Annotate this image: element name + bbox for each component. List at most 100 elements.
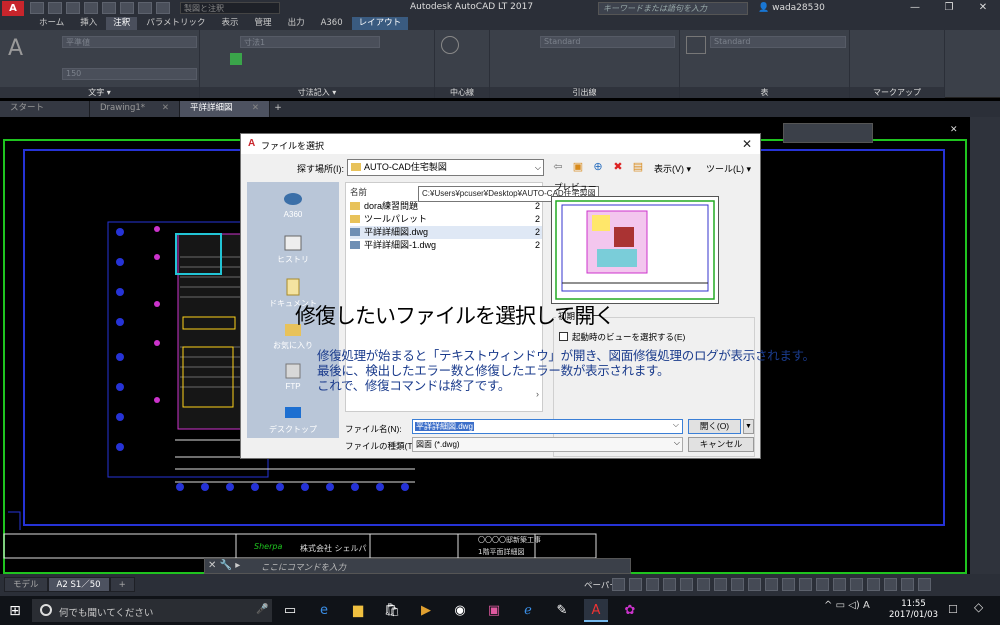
list-item[interactable]: 平詳詳細図-1.dwg 2 — [350, 239, 542, 252]
autocad-taskbar-icon[interactable]: A — [584, 599, 608, 622]
file-tab-floorplan[interactable]: 平詳詳細図 ✕ — [180, 101, 270, 117]
restore-button[interactable]: ❐ — [932, 0, 966, 17]
clock[interactable]: 11:55 2017/01/03 — [889, 599, 938, 621]
add-layout-button[interactable]: + — [109, 577, 135, 592]
minimize-button[interactable]: — — [898, 0, 932, 17]
place-history[interactable]: ヒストリ — [247, 234, 339, 265]
look-in-combo[interactable]: AUTO-CAD住宅製図 ⌵ — [347, 159, 544, 176]
otrack-icon[interactable] — [680, 578, 693, 591]
paint-icon[interactable]: ✎ — [550, 599, 574, 622]
table-icon[interactable] — [686, 36, 706, 54]
osnap-icon[interactable] — [663, 578, 676, 591]
action-center-icon[interactable]: ☐ — [948, 603, 958, 616]
text-height-combo[interactable] — [62, 68, 197, 80]
file-explorer-icon[interactable]: ▆ — [346, 599, 370, 622]
keyword-search-input[interactable]: キーワードまたは語句を入力 — [598, 2, 748, 15]
chevron-down-icon[interactable]: ⌵ — [672, 420, 680, 430]
views-menu[interactable]: 表示(V) ▾ — [654, 162, 691, 175]
redo-icon[interactable] — [138, 2, 152, 14]
select-initial-view-checkbox[interactable] — [559, 332, 568, 341]
search-web-icon[interactable]: ⊕ — [591, 160, 605, 174]
media-player-icon[interactable]: ▶ — [414, 599, 438, 622]
autocad-logo-icon[interactable]: A — [2, 1, 24, 16]
new-icon[interactable] — [30, 2, 44, 14]
open-options-button[interactable]: ▼ — [743, 419, 754, 434]
tab-annotate[interactable]: 注釈 — [106, 17, 138, 30]
up-folder-icon[interactable]: ▣ — [571, 160, 585, 174]
edge-icon[interactable]: e — [312, 599, 336, 622]
workspace-dropdown[interactable]: 製図と注釈 — [180, 2, 280, 14]
volume-icon[interactable]: ◁) — [848, 600, 860, 611]
network-icon[interactable]: ▭ — [836, 600, 849, 611]
clean-screen-icon[interactable] — [901, 578, 914, 591]
place-a360[interactable]: A360 — [247, 190, 339, 219]
units-icon[interactable] — [816, 578, 829, 591]
new-folder-icon[interactable]: ▤ — [631, 160, 645, 174]
annotation-scale-icon[interactable] — [748, 578, 761, 591]
plot-icon[interactable] — [102, 2, 116, 14]
tab-model[interactable]: モデル — [4, 577, 48, 592]
tab-view[interactable]: 表示 — [215, 17, 246, 30]
close-button[interactable]: ✕ — [966, 0, 1000, 17]
place-desktop[interactable]: デスクトップ — [247, 404, 339, 435]
isolate-icon[interactable] — [867, 578, 880, 591]
list-item[interactable]: 平詳詳細図.dwg 2 — [350, 226, 542, 239]
undo-icon[interactable] — [120, 2, 134, 14]
plus-icon[interactable] — [782, 578, 795, 591]
close-icon[interactable]: ✕ — [252, 101, 259, 116]
select-initial-view-label[interactable]: 起動時のビューを選択する(E) — [572, 331, 685, 343]
workspace-icon[interactable] — [765, 578, 778, 591]
text-panel-title[interactable]: 文字 ▾ — [0, 87, 199, 98]
tab-output[interactable]: 出力 — [281, 17, 312, 30]
ime-indicator[interactable]: A — [863, 600, 870, 611]
tab-insert[interactable]: 挿入 — [73, 17, 104, 30]
chrome-icon[interactable]: ◉ — [448, 599, 472, 622]
tab-manage[interactable]: 管理 — [248, 17, 279, 30]
nav-bar[interactable] — [783, 123, 873, 143]
task-view-icon[interactable]: ▭ — [278, 599, 302, 622]
store-icon[interactable]: 🛍 — [380, 599, 404, 622]
cortana-search-box[interactable]: 何でも聞いてください 🎤 — [32, 599, 272, 622]
tray-expand-icon[interactable]: ^ — [824, 600, 832, 611]
delete-icon[interactable]: ✖ — [611, 160, 625, 174]
file-tab-drawing1[interactable]: Drawing1* ✕ — [90, 101, 180, 117]
center-mark-icon[interactable] — [441, 36, 459, 54]
command-line-icons[interactable]: ✕ 🔧 ▸ — [208, 560, 240, 571]
new-tab-button[interactable]: + — [270, 101, 286, 117]
open-icon[interactable] — [48, 2, 62, 14]
polar-icon[interactable] — [646, 578, 659, 591]
tab-layout-a2[interactable]: A2 S1／50 — [47, 577, 110, 592]
windows-start-icon[interactable]: ⊞ — [6, 602, 24, 620]
grid-icon[interactable] — [612, 578, 625, 591]
save-as-icon[interactable] — [84, 2, 98, 14]
tab-home[interactable]: ホーム — [32, 17, 71, 30]
back-arrow-icon[interactable]: ⇦ — [551, 160, 565, 174]
gear-icon[interactable] — [156, 2, 170, 14]
system-tray[interactable]: ^ ▭ ◁) A — [824, 600, 870, 611]
customize-menu-icon[interactable] — [918, 578, 931, 591]
transparency-icon[interactable] — [714, 578, 727, 591]
lineweight-icon[interactable] — [697, 578, 710, 591]
selection-cycling-icon[interactable] — [731, 578, 744, 591]
lock-ui-icon[interactable] — [850, 578, 863, 591]
close-icon[interactable]: ✕ — [742, 137, 752, 151]
palette-dock[interactable] — [970, 117, 1000, 574]
file-type-combo[interactable]: 図面 (*.dwg) ⌵ — [412, 437, 683, 452]
file-name-input[interactable]: 平詳詳細図.dwg ⌵ — [412, 419, 683, 434]
tools-menu[interactable]: ツール(L) ▾ — [706, 162, 751, 175]
rdp-app-icon[interactable]: ▣ — [482, 599, 506, 622]
close-icon[interactable]: ✕ — [950, 125, 958, 135]
hardware-accel-icon[interactable] — [884, 578, 897, 591]
annotation-monitor-icon[interactable] — [799, 578, 812, 591]
column-header-name[interactable]: 名前 — [350, 186, 367, 198]
drawing-app-icon[interactable]: ◇ — [974, 600, 983, 614]
list-item[interactable]: ツールパレット 2 — [350, 213, 542, 226]
command-input[interactable]: ここにコマンドを入力 — [261, 561, 346, 573]
file-tab-start[interactable]: スタート — [0, 101, 90, 117]
microphone-icon[interactable]: 🎤 — [256, 604, 268, 615]
quick-properties-icon[interactable] — [833, 578, 846, 591]
save-icon[interactable] — [66, 2, 80, 14]
close-icon[interactable]: ✕ — [162, 101, 169, 116]
tab-a360[interactable]: A360 — [314, 17, 350, 30]
snap-icon[interactable] — [629, 578, 642, 591]
